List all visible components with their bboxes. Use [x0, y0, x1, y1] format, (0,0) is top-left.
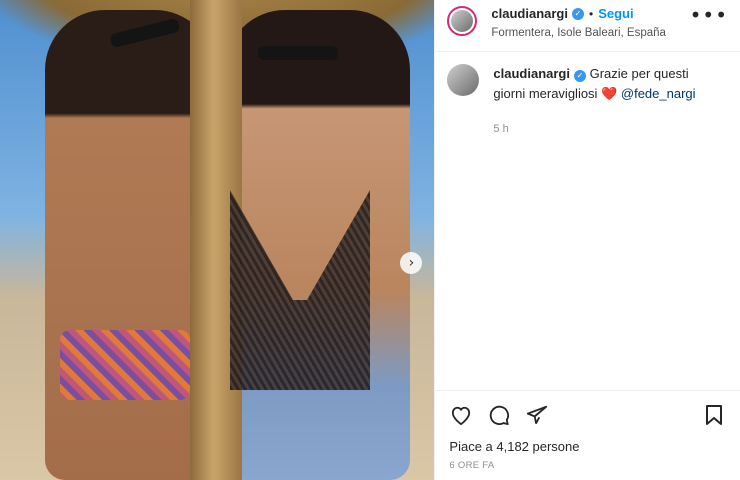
avatar[interactable] — [447, 6, 478, 36]
comment-icon[interactable] — [487, 403, 511, 427]
patterned-bikini — [60, 330, 190, 400]
verified-badge-icon: ✓ — [573, 70, 586, 82]
instagram-post: › claudianargi ✓ • Segui Formentera, Iso… — [0, 0, 740, 480]
likes-count[interactable]: Piace a 4,182 persone — [449, 439, 726, 454]
caption-username[interactable]: claudianargi — [493, 66, 570, 81]
location-link[interactable]: Formentera, Isole Baleari, España — [491, 27, 666, 39]
mention-link[interactable]: @fede_nargi — [621, 86, 696, 101]
share-icon[interactable] — [525, 403, 549, 427]
post-timestamp[interactable]: 6 ORE FA — [449, 460, 726, 471]
sunglasses-right — [258, 46, 338, 60]
chevron-right-icon[interactable]: › — [400, 252, 423, 274]
bookmark-icon[interactable] — [702, 403, 726, 427]
header-user-row: claudianargi ✓ • Segui — [491, 6, 666, 21]
heart-emoji: ❤️ — [601, 87, 618, 102]
caption-body: claudianargi ✓ Grazie per questi giorni m… — [493, 64, 723, 139]
caption-avatar-image — [447, 64, 480, 96]
verified-badge-icon: ✓ — [571, 7, 584, 20]
action-icons — [449, 403, 726, 427]
separator-dot: • — [588, 6, 594, 21]
avatar-image — [451, 10, 474, 32]
caption-avatar[interactable] — [447, 64, 480, 96]
username-link[interactable]: claudianargi — [491, 6, 568, 21]
post-header: claudianargi ✓ • Segui Formentera, Isole… — [435, 0, 740, 52]
action-bar: Piace a 4,182 persone 6 ORE FA — [435, 390, 740, 471]
heart-icon[interactable] — [449, 403, 473, 427]
post-sidebar: claudianargi ✓ • Segui Formentera, Isole… — [434, 0, 740, 480]
caption-time[interactable]: 5 h — [493, 119, 723, 139]
header-text: claudianargi ✓ • Segui Formentera, Isole… — [491, 6, 666, 39]
caption-comment: claudianargi ✓ Grazie per questi giorni m… — [435, 52, 740, 139]
post-photo[interactable]: › — [0, 0, 435, 480]
follow-button[interactable]: Segui — [598, 6, 633, 21]
more-options-icon[interactable]: ••• — [690, 5, 728, 25]
